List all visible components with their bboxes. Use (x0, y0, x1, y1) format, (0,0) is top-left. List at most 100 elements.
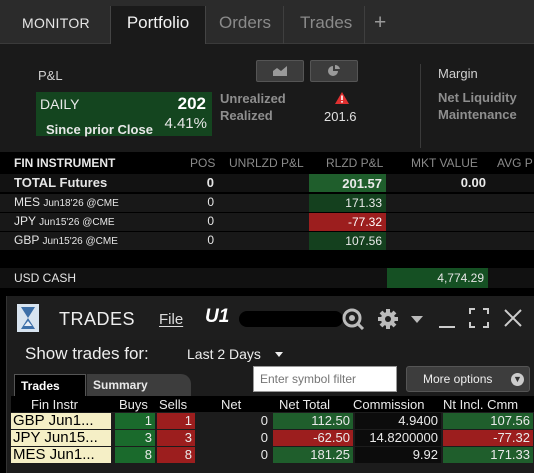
instrument-cell: JPY Jun15'26 @CME (14, 214, 115, 228)
symbol: GBP (14, 233, 40, 247)
table-row[interactable]: GBP Jun1... 1 1 0 112.50 4.9400 107.56 (11, 413, 534, 430)
symbol: JPY (14, 214, 36, 228)
panel-divider (420, 64, 421, 148)
margin-label: Margin (438, 66, 478, 81)
symbol-filter-input[interactable] (253, 366, 397, 392)
instr-cell: MES Jun1... (11, 447, 111, 463)
net-total-cell: 181.25 (273, 447, 353, 463)
col-header-unrlzd[interactable]: UNRLZD P&L (229, 156, 304, 172)
realized-label: Realized (220, 108, 273, 123)
col-net-total[interactable]: Net Total (279, 397, 330, 412)
table-row[interactable]: JPY Jun15... 3 3 0 -62.50 14.8200000 -77… (11, 430, 534, 447)
realized-value: 201.6 (324, 109, 357, 124)
net-incl-cell: 107.56 (443, 413, 533, 429)
tab-trades[interactable]: Trades (288, 6, 366, 44)
symbol: MES (14, 195, 41, 209)
net-cell: 0 (260, 430, 268, 445)
buys-cell: 1 (115, 413, 155, 429)
net-liquidity-label: Net Liquidity (438, 90, 517, 105)
net-total-cell: 112.50 (273, 413, 353, 429)
instrument-cell: GBP Jun15'26 @CME (14, 233, 118, 247)
usd-cash-row[interactable]: USD CASH 4,774.29 (0, 268, 534, 288)
expiry: Jun15'26 @CME (39, 217, 115, 228)
minimize-icon[interactable] (437, 310, 457, 330)
maximize-icon[interactable] (469, 308, 489, 328)
warning-icon (335, 91, 349, 109)
redaction-mark (239, 311, 343, 327)
position-row[interactable]: MES Jun18'26 @CME 0 171.33 (0, 194, 534, 212)
table-row[interactable]: MES Jun1... 8 8 0 181.25 9.92 171.33 (11, 447, 534, 464)
net-incl-cell: -77.32 (443, 430, 533, 446)
total-label: TOTAL Futures (14, 175, 108, 190)
commission-cell: 14.8200000 (355, 430, 441, 446)
sells-cell: 8 (157, 447, 195, 463)
tab-trades-list[interactable]: Trades (14, 374, 86, 396)
pnl-panel: P&L DAILY 202 Since prior Close 4.41% Un… (0, 44, 534, 152)
daily-pnl-box: DAILY 202 Since prior Close 4.41% (36, 92, 212, 137)
instr-cell: JPY Jun15... (11, 430, 111, 446)
position-row[interactable]: JPY Jun15'26 @CME 0 -77.32 (0, 213, 534, 231)
col-net-incl-comm[interactable]: Nt Incl. Cmm (443, 397, 518, 412)
rlzd-cell: 107.56 (309, 232, 386, 250)
sells-cell: 1 (157, 413, 195, 429)
maintenance-label: Maintenance (438, 107, 517, 122)
close-icon[interactable] (503, 308, 523, 328)
since-prior-close-value: 4.41% (164, 115, 207, 132)
col-sells[interactable]: Sells (159, 397, 187, 412)
commission-cell: 4.9400 (355, 413, 441, 429)
daily-value: 202 (177, 94, 206, 113)
col-header-avg-price[interactable]: AVG P (497, 156, 533, 172)
chart-view-button[interactable] (256, 60, 304, 82)
col-fin-instr[interactable]: Fin Instr (31, 397, 78, 412)
usd-cash-label: USD CASH (14, 271, 77, 285)
tab-orders[interactable]: Orders (207, 6, 284, 44)
file-menu[interactable]: File (159, 311, 183, 328)
more-options-label: More options (423, 372, 493, 386)
total-mkt-value: 0.00 (460, 175, 486, 190)
net-total-cell: -62.50 (273, 430, 353, 446)
pie-chart-icon (328, 65, 340, 76)
rlzd-cell: 171.33 (309, 194, 386, 212)
buys-cell: 3 (115, 430, 155, 446)
net-cell: 0 (260, 413, 268, 428)
col-net[interactable]: Net (221, 397, 241, 412)
net-cell: 0 (260, 447, 268, 462)
pos-cell: 0 (207, 214, 214, 228)
col-commission[interactable]: Commission (353, 397, 425, 412)
period-value: Last 2 Days (187, 346, 261, 362)
dropdown-arrow-icon (274, 352, 283, 358)
trades-window: TRADES File U1 Show trades for: Last 2 D… (6, 296, 534, 473)
sells-cell: 3 (157, 430, 195, 446)
pnl-label: P&L (38, 68, 63, 83)
col-header-pos[interactable]: POS (190, 156, 215, 172)
chat-search-icon[interactable] (341, 308, 365, 330)
pos-cell: 0 (207, 195, 214, 209)
trades-table-header: Fin Instr Buys Sells Net Net Total Commi… (11, 396, 534, 412)
portfolio-grid: FIN INSTRUMENT POS UNRLZD P&L RLZD P&L M… (0, 152, 534, 296)
tab-summary[interactable]: Summary (87, 374, 191, 396)
chevron-down-icon[interactable] (411, 316, 423, 324)
position-row[interactable]: GBP Jun15'26 @CME 0 107.56 (0, 232, 534, 250)
tab-portfolio[interactable]: Portfolio (110, 6, 206, 44)
net-incl-cell: 171.33 (443, 447, 533, 463)
total-futures-row[interactable]: TOTAL Futures 0 201.57 0.00 (0, 174, 534, 192)
total-rlzd: 201.57 (309, 174, 386, 192)
tab-monitor[interactable]: MONITOR (10, 6, 102, 44)
more-options-button[interactable]: More options ▼ (406, 366, 530, 392)
expiry: Jun15'26 @CME (42, 236, 118, 247)
account-id: U1 (205, 306, 230, 327)
total-pos: 0 (206, 175, 214, 190)
gear-icon[interactable] (377, 308, 399, 330)
instrument-cell: MES Jun18'26 @CME (14, 195, 119, 209)
since-prior-close-label: Since prior Close (46, 122, 153, 137)
add-tab-button[interactable]: + (362, 6, 398, 44)
col-header-rlzd[interactable]: RLZD P&L (326, 156, 383, 172)
commission-cell: 9.92 (355, 447, 441, 463)
period-dropdown[interactable]: Last 2 Days (187, 346, 283, 362)
col-header-mkt-value[interactable]: MKT VALUE (411, 156, 478, 172)
col-buys[interactable]: Buys (119, 397, 148, 412)
usd-cash-value: 4,774.29 (387, 268, 488, 288)
col-header-instrument[interactable]: FIN INSTRUMENT (14, 156, 115, 172)
pie-view-button[interactable] (310, 60, 358, 82)
show-trades-label: Show trades for: (25, 344, 149, 363)
